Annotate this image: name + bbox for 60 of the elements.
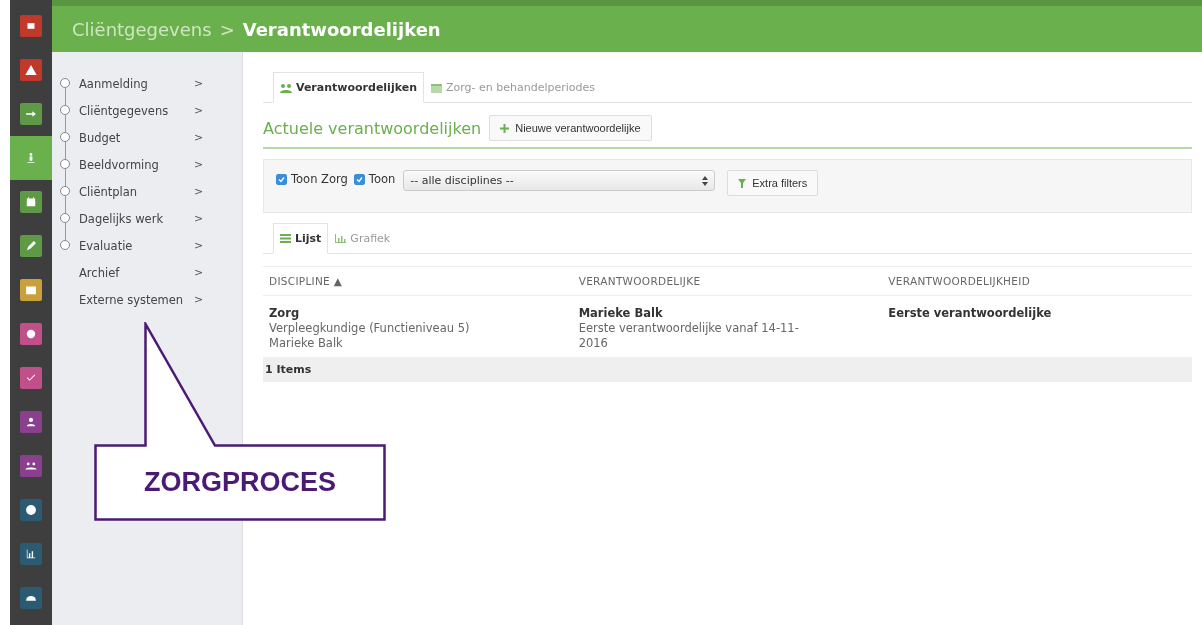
sidebar-item[interactable]: Cliëntgegevens — [79, 103, 194, 118]
menu-symbol-icon — [24, 63, 38, 77]
sidebar-item[interactable]: Archief — [79, 265, 194, 280]
new-responsible-button[interactable]: Nieuwe verantwoordelijke — [489, 115, 652, 141]
list-icon — [280, 234, 291, 243]
people-icon — [280, 82, 292, 93]
checkbox-label: Toon — [368, 172, 396, 186]
table-cell-text: Eerste verantwoordelijke — [888, 306, 1053, 321]
checkbox-label: Toon Zorg — [291, 172, 348, 186]
chevron-icon: > — [194, 104, 204, 117]
chevron-icon: > — [194, 212, 204, 225]
chevron-icon: > — [194, 293, 204, 306]
step-circle-icon — [60, 105, 70, 115]
view-tab[interactable]: Lijst — [273, 223, 329, 254]
checkbox[interactable] — [276, 173, 287, 185]
sidebar-item[interactable]: Budget — [79, 130, 194, 145]
item-count: 1 Items — [263, 357, 1192, 382]
step-circle-icon — [60, 240, 70, 250]
breadcrumb-separator: > — [219, 18, 235, 40]
sidebar-item[interactable]: Dagelijks werk — [79, 211, 194, 226]
menu-symbol-icon — [24, 415, 38, 429]
sidebar-item[interactable]: Externe systemen — [79, 292, 194, 307]
filter-icon — [738, 178, 747, 188]
menu-symbol-icon — [24, 239, 38, 253]
cell-detail: Eerste verantwoordelijke vanaf 14-11- 2016 — [578, 321, 800, 351]
chevron-icon: > — [194, 158, 204, 171]
sidebar-item[interactable]: Cliëntplan — [79, 184, 194, 199]
bar-chart-icon — [335, 234, 347, 243]
step-circle-icon — [60, 159, 70, 169]
step-circle-icon — [60, 213, 70, 223]
sidebar-item[interactable]: Aanmelding — [79, 76, 194, 91]
chevron-icon: > — [194, 77, 204, 90]
table-cell-text: Zorg — [269, 306, 301, 321]
checkbox[interactable] — [353, 173, 365, 185]
chevron-icon: > — [194, 185, 204, 198]
menu-symbol-icon — [24, 195, 38, 209]
step-circle-icon — [60, 132, 70, 142]
column-header: VERANTWOORDELIJKE — [572, 266, 883, 296]
chevron-icon: > — [194, 131, 204, 144]
step-circle-icon — [60, 186, 70, 196]
section-title: Actuele verantwoordelijken — [263, 118, 482, 138]
step-circle-icon — [60, 78, 70, 88]
chevron-icon: > — [194, 266, 204, 279]
sidebar-item[interactable]: Evaluatie — [79, 238, 194, 253]
cell-detail: Verpleegkundige (Functieniveau 5) Marieke Balk — [269, 321, 471, 351]
sidebar-item[interactable]: Beeldvorming — [79, 157, 194, 172]
table-cell-text: Marieke Balk — [578, 306, 664, 321]
menu-symbol-icon — [24, 327, 38, 341]
tab[interactable]: Verantwoordelijken — [273, 72, 424, 103]
calendar-icon — [430, 82, 442, 93]
discipline-select[interactable]: -- alle disciplines -- — [403, 170, 716, 191]
chevron-icon: > — [194, 239, 204, 252]
plus-icon — [500, 123, 510, 133]
extra-filters-button[interactable]: Extra filters — [727, 170, 819, 196]
column-header: VERANTWOORDELIJKHEID — [882, 266, 1192, 296]
page-title: Verantwoordelijken — [242, 18, 441, 40]
menu-symbol-icon — [24, 503, 38, 517]
column-header[interactable]: DISCIPLINE ▲ — [263, 266, 573, 296]
callout-text: ZORGPROCES — [143, 465, 337, 499]
updown-icon — [702, 175, 709, 186]
